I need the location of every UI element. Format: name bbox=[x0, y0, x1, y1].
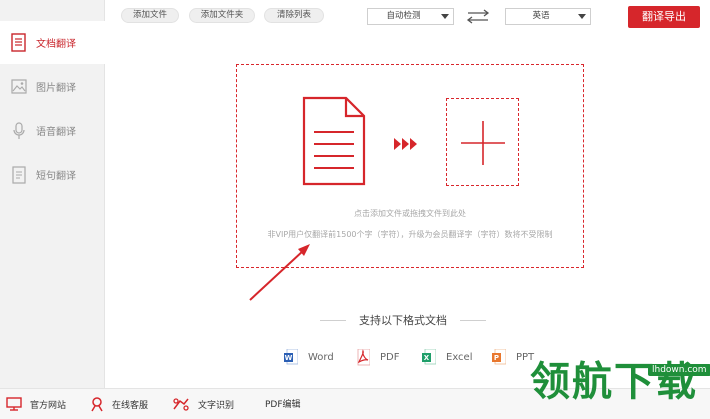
source-language-select[interactable]: 自动检测 bbox=[367, 8, 454, 25]
monitor-icon bbox=[6, 397, 22, 411]
sidebar: 文档翻译 图片翻译 语音翻译 短句翻译 bbox=[0, 0, 105, 388]
notepad-icon bbox=[12, 165, 26, 184]
vip-limit-note: 非VIP用户仅翻译前1500个字（字符），升级为会员翻译字（字符）数将不受限制 bbox=[267, 230, 553, 239]
target-language-select[interactable]: 英语 bbox=[505, 8, 591, 25]
sidebar-item-label: 文档翻译 bbox=[36, 39, 76, 50]
support-agent-icon bbox=[91, 397, 103, 412]
sidebar-item-document-translate[interactable]: 文档翻译 bbox=[0, 21, 105, 64]
chevron-down-icon bbox=[578, 14, 586, 19]
format-pdf: PDF bbox=[356, 347, 399, 367]
format-label: PDF bbox=[380, 351, 400, 363]
watermark-domain: lhdown.com bbox=[648, 364, 710, 376]
chevron-down-icon bbox=[441, 14, 449, 19]
format-excel: X Excel bbox=[422, 347, 473, 367]
pdf-edit-label: PDF编辑 bbox=[265, 400, 301, 410]
add-file-button[interactable]: 添加文件 bbox=[121, 8, 179, 23]
ppt-icon: P bbox=[492, 348, 506, 364]
microphone-icon bbox=[13, 121, 25, 139]
document-icon bbox=[302, 96, 366, 186]
svg-text:X: X bbox=[424, 354, 430, 362]
annotation-arrow-icon bbox=[249, 244, 310, 301]
sidebar-item-sentence-translate[interactable]: 短句翻译 bbox=[0, 153, 105, 196]
source-language-value: 自动检测 bbox=[386, 11, 421, 21]
excel-icon: X bbox=[422, 348, 436, 364]
image-icon bbox=[11, 78, 27, 94]
sidebar-item-label: 图片翻译 bbox=[36, 83, 76, 94]
sidebar-item-image-translate[interactable]: 图片翻译 bbox=[0, 65, 105, 108]
format-label: Word bbox=[308, 351, 334, 363]
online-support-link[interactable]: 在线客服 bbox=[90, 397, 148, 412]
drop-hint: 点击添加文件或拖拽文件到此处 bbox=[354, 209, 466, 218]
sidebar-item-label: 语音翻译 bbox=[36, 127, 76, 138]
pdf-icon bbox=[357, 348, 370, 365]
sidebar-item-label: 短句翻译 bbox=[36, 171, 76, 182]
ocr-label: 文字识别 bbox=[198, 401, 235, 411]
add-file-box[interactable] bbox=[446, 98, 519, 186]
supported-formats-header: 支持以下格式文档 bbox=[320, 312, 486, 328]
plus-icon bbox=[461, 121, 505, 165]
official-website-link[interactable]: 官方网站 bbox=[6, 397, 66, 411]
official-website-label: 官方网站 bbox=[30, 400, 67, 411]
add-folder-button[interactable]: 添加文件夹 bbox=[189, 8, 255, 23]
format-label: Excel bbox=[446, 351, 473, 363]
divider bbox=[460, 320, 486, 321]
target-language-value: 英语 bbox=[532, 11, 550, 21]
triple-arrow-icon bbox=[394, 138, 417, 150]
online-support-label: 在线客服 bbox=[112, 401, 149, 411]
ocr-icon bbox=[173, 398, 189, 411]
swap-languages-icon[interactable] bbox=[466, 9, 490, 24]
document-icon bbox=[11, 32, 26, 52]
svg-text:W: W bbox=[285, 354, 293, 362]
sidebar-item-voice-translate[interactable]: 语音翻译 bbox=[0, 109, 105, 152]
word-icon: W bbox=[284, 348, 298, 364]
watermark: 领航下载 lhdown.com bbox=[526, 356, 710, 419]
clear-list-button[interactable]: 清除列表 bbox=[264, 8, 324, 23]
translate-export-button[interactable]: 翻译导出 bbox=[628, 6, 700, 28]
ocr-link[interactable]: 文字识别 bbox=[172, 397, 234, 412]
svg-text:P: P bbox=[494, 354, 499, 362]
format-word: W Word bbox=[284, 347, 334, 367]
pdf-edit-link[interactable]: PDF编辑 bbox=[265, 397, 301, 410]
